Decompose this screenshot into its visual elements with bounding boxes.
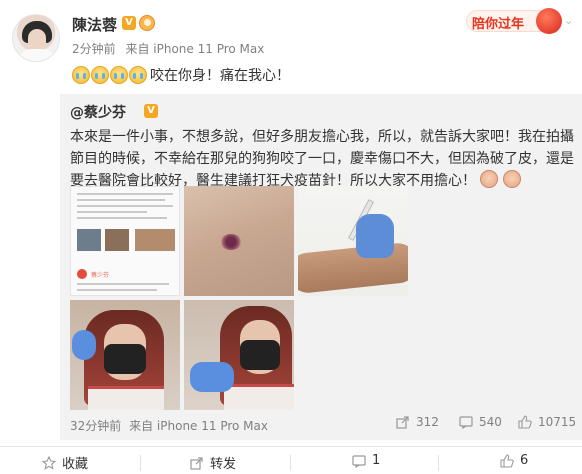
repost-reposts[interactable]: 312 (396, 415, 439, 429)
repost-text: 本來是一件小事，不想多說，但好多朋友擔心我，所以，就告訴大家吧！我在拍攝節目的時… (70, 129, 574, 189)
comment-icon (352, 454, 366, 468)
repost-source: 来自 iPhone 11 Pro Max (129, 419, 268, 433)
repost-comments[interactable]: 540 (459, 415, 502, 429)
post-time[interactable]: 2分钟前 (72, 42, 116, 56)
avatar[interactable] (12, 14, 60, 62)
star-icon (42, 455, 56, 470)
photo-selfie-1[interactable] (70, 300, 180, 410)
crying-emoji-icon (129, 66, 147, 84)
post-meta: 2分钟前 来自 iPhone 11 Pro Max (72, 40, 270, 57)
divider (438, 455, 439, 471)
comment-count: 1 (372, 453, 381, 468)
lantern-icon (536, 8, 562, 34)
photo-screenshot[interactable]: 蔡少芬 (70, 186, 180, 296)
thumbs-up-icon (518, 415, 532, 429)
photo-selfie-2[interactable] (184, 300, 294, 410)
repost-meta: 32分钟前 来自 iPhone 11 Pro Max (70, 417, 272, 434)
weibo-logo-icon (77, 269, 87, 279)
repost-username[interactable]: @蔡少芬 (70, 102, 126, 122)
photo-screenshot-label: 蔡少芬 (91, 272, 110, 279)
comment-button[interactable]: 1 (352, 453, 380, 468)
repost-time[interactable]: 32分钟前 (70, 419, 121, 433)
like-count: 6 (520, 453, 529, 468)
weibo-post: 陳法蓉 V 2分钟前 来自 iPhone 11 Pro Max 陪你过年 ⌄ 咬… (0, 0, 582, 474)
post-text: 咬在你身！痛在我心！ (72, 64, 290, 86)
repost-likes-count: 10715 (538, 415, 577, 429)
action-bar: 收藏 转发 1 6 (0, 446, 582, 474)
promo-banner[interactable]: 陪你过年 ⌄ (466, 6, 574, 34)
favorite-button[interactable]: 收藏 (42, 453, 88, 472)
repost-likes[interactable]: 10715 (518, 415, 576, 429)
crying-emoji-icon (110, 66, 128, 84)
verified-icon: V (144, 104, 158, 118)
promo-label: 陪你过年 (472, 17, 525, 32)
verified-icon: V (122, 16, 136, 30)
repost-body: 本來是一件小事，不想多說，但好多朋友擔心我，所以，就告訴大家吧！我在拍攝節目的時… (70, 126, 574, 192)
member-badge-icon[interactable] (139, 15, 155, 31)
post-text-body: 咬在你身！痛在我心！ (150, 68, 290, 84)
divider (290, 455, 291, 471)
forward-label: 转发 (210, 457, 237, 472)
repost-comments-count: 540 (479, 415, 502, 429)
share-icon (190, 456, 203, 470)
pig-emoji-icon (480, 170, 499, 188)
post-source: 来自 iPhone 11 Pro Max (125, 42, 265, 56)
chevron-down-icon[interactable]: ⌄ (564, 14, 573, 27)
thumbs-up-icon (500, 453, 514, 468)
crying-emoji-icon (91, 66, 109, 84)
share-icon (396, 416, 409, 429)
divider (140, 455, 141, 471)
pig-emoji-icon (502, 170, 521, 188)
username[interactable]: 陳法蓉 (72, 14, 117, 35)
comment-icon (459, 416, 473, 429)
photo-bruise[interactable] (184, 186, 294, 296)
favorite-label: 收藏 (62, 457, 89, 472)
forward-button[interactable]: 转发 (190, 453, 236, 472)
repost-reposts-count: 312 (416, 415, 439, 429)
photo-vaccine-arm[interactable] (298, 186, 408, 296)
like-button[interactable]: 6 (500, 453, 528, 468)
crying-emoji-icon (72, 66, 90, 84)
repost-card[interactable]: @蔡少芬 V 本來是一件小事，不想多說，但好多朋友擔心我，所以，就告訴大家吧！我… (60, 94, 582, 440)
